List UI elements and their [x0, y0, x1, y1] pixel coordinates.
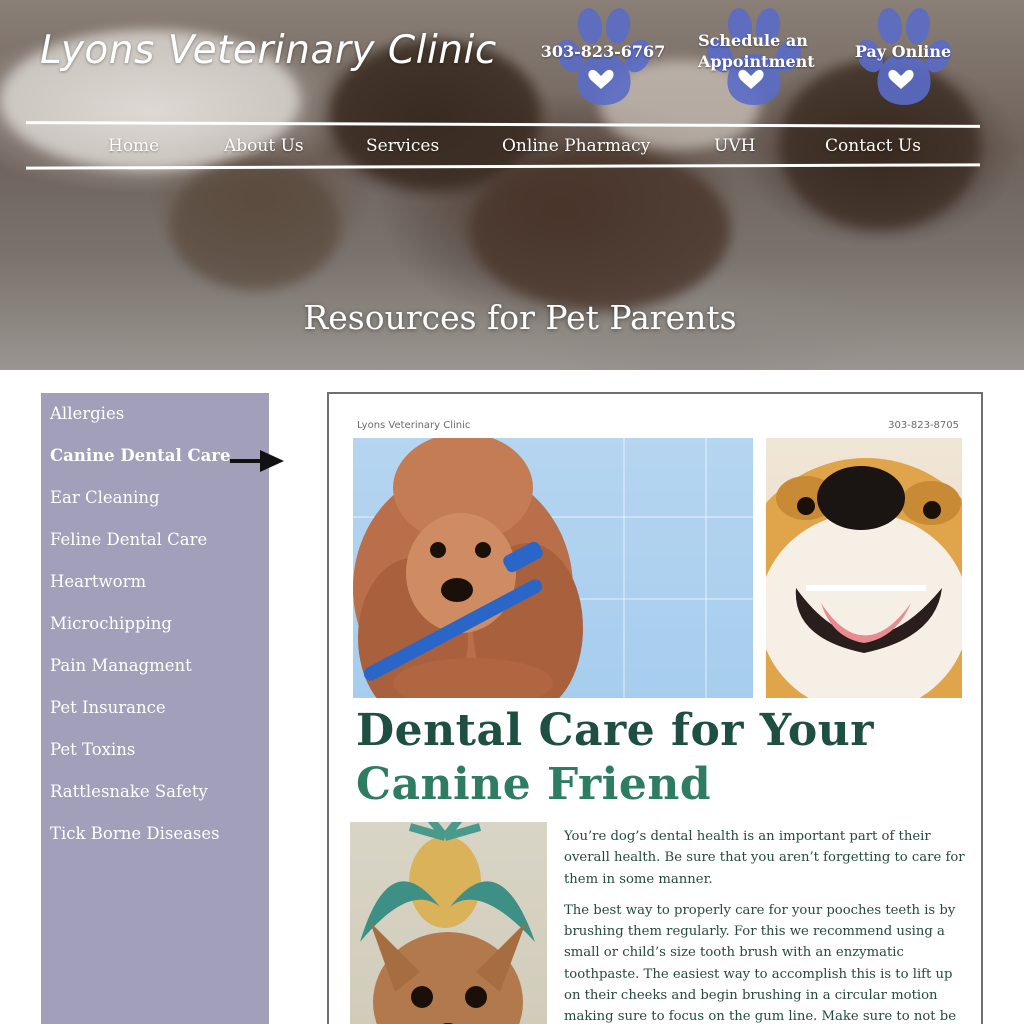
corgi-photo [766, 438, 962, 698]
arrow-right-icon [230, 450, 284, 472]
sidebar-item-allergies[interactable]: Allergies [50, 404, 124, 423]
sidebar-item-pet-insurance[interactable]: Pet Insurance [50, 698, 166, 717]
flyer-clinic-name: Lyons Veterinary Clinic [357, 420, 471, 431]
flyer-title-line1: Dental Care for Your [356, 705, 874, 756]
nav-item-uvh[interactable]: UVH [714, 136, 755, 156]
sidebar-item-heartworm[interactable]: Heartworm [50, 572, 146, 591]
main-nav: Home About Us Services Online Pharmacy U… [28, 130, 980, 166]
sidebar-item-rattlesnake-safety[interactable]: Rattlesnake Safety [50, 782, 208, 801]
chihuahua-photo [350, 822, 547, 1024]
phone-link[interactable]: 303-823-6767 [538, 41, 668, 62]
schedule-appointment-link[interactable]: Schedule an Appointment [698, 30, 815, 72]
flyer-phone: 303-823-8705 [888, 420, 959, 431]
sidebar-item-microchipping[interactable]: Microchipping [50, 614, 172, 633]
sidebar-item-tick-borne-diseases[interactable]: Tick Borne Diseases [50, 824, 220, 843]
pay-online-link[interactable]: Pay Online [848, 41, 958, 62]
flyer-paragraph: The best way to properly care for your p… [564, 902, 957, 1024]
nav-item-about-us[interactable]: About Us [224, 136, 304, 156]
poodle-photo [353, 438, 753, 698]
sidebar-item-ear-cleaning[interactable]: Ear Cleaning [50, 488, 160, 507]
nav-item-home[interactable]: Home [108, 136, 159, 156]
nav-item-services[interactable]: Services [366, 136, 439, 156]
sidebar-item-feline-dental-care[interactable]: Feline Dental Care [50, 530, 207, 549]
page-heading: Resources for Pet Parents [303, 298, 737, 337]
flyer-title: Dental Care for Your Canine Friend [356, 704, 976, 812]
nav-item-contact-us[interactable]: Contact Us [825, 136, 921, 156]
sidebar-item-pain-managment[interactable]: Pain Managment [50, 656, 192, 675]
dental-care-flyer: Lyons Veterinary Clinic 303-823-8705 Den… [327, 392, 983, 1024]
sidebar-item-pet-toxins[interactable]: Pet Toxins [50, 740, 135, 759]
flyer-title-line2: Canine Friend [356, 759, 712, 810]
flyer-paragraph: You’re dog’s dental health is an importa… [564, 829, 965, 887]
flyer-body: You’re dog’s dental health is an importa… [564, 826, 968, 1024]
site-title[interactable]: Lyons Veterinary Clinic [40, 28, 497, 73]
hero-photo-shade [170, 160, 340, 290]
hero-banner: Lyons Veterinary Clinic 303-823-6767 Sch… [0, 0, 1024, 370]
nav-item-online-pharmacy[interactable]: Online Pharmacy [502, 136, 650, 156]
resources-sidebar: Allergies Canine Dental Care Ear Cleanin… [41, 393, 269, 1024]
sidebar-item-canine-dental-care[interactable]: Canine Dental Care [50, 446, 230, 465]
hero-photo-shade [470, 150, 730, 310]
